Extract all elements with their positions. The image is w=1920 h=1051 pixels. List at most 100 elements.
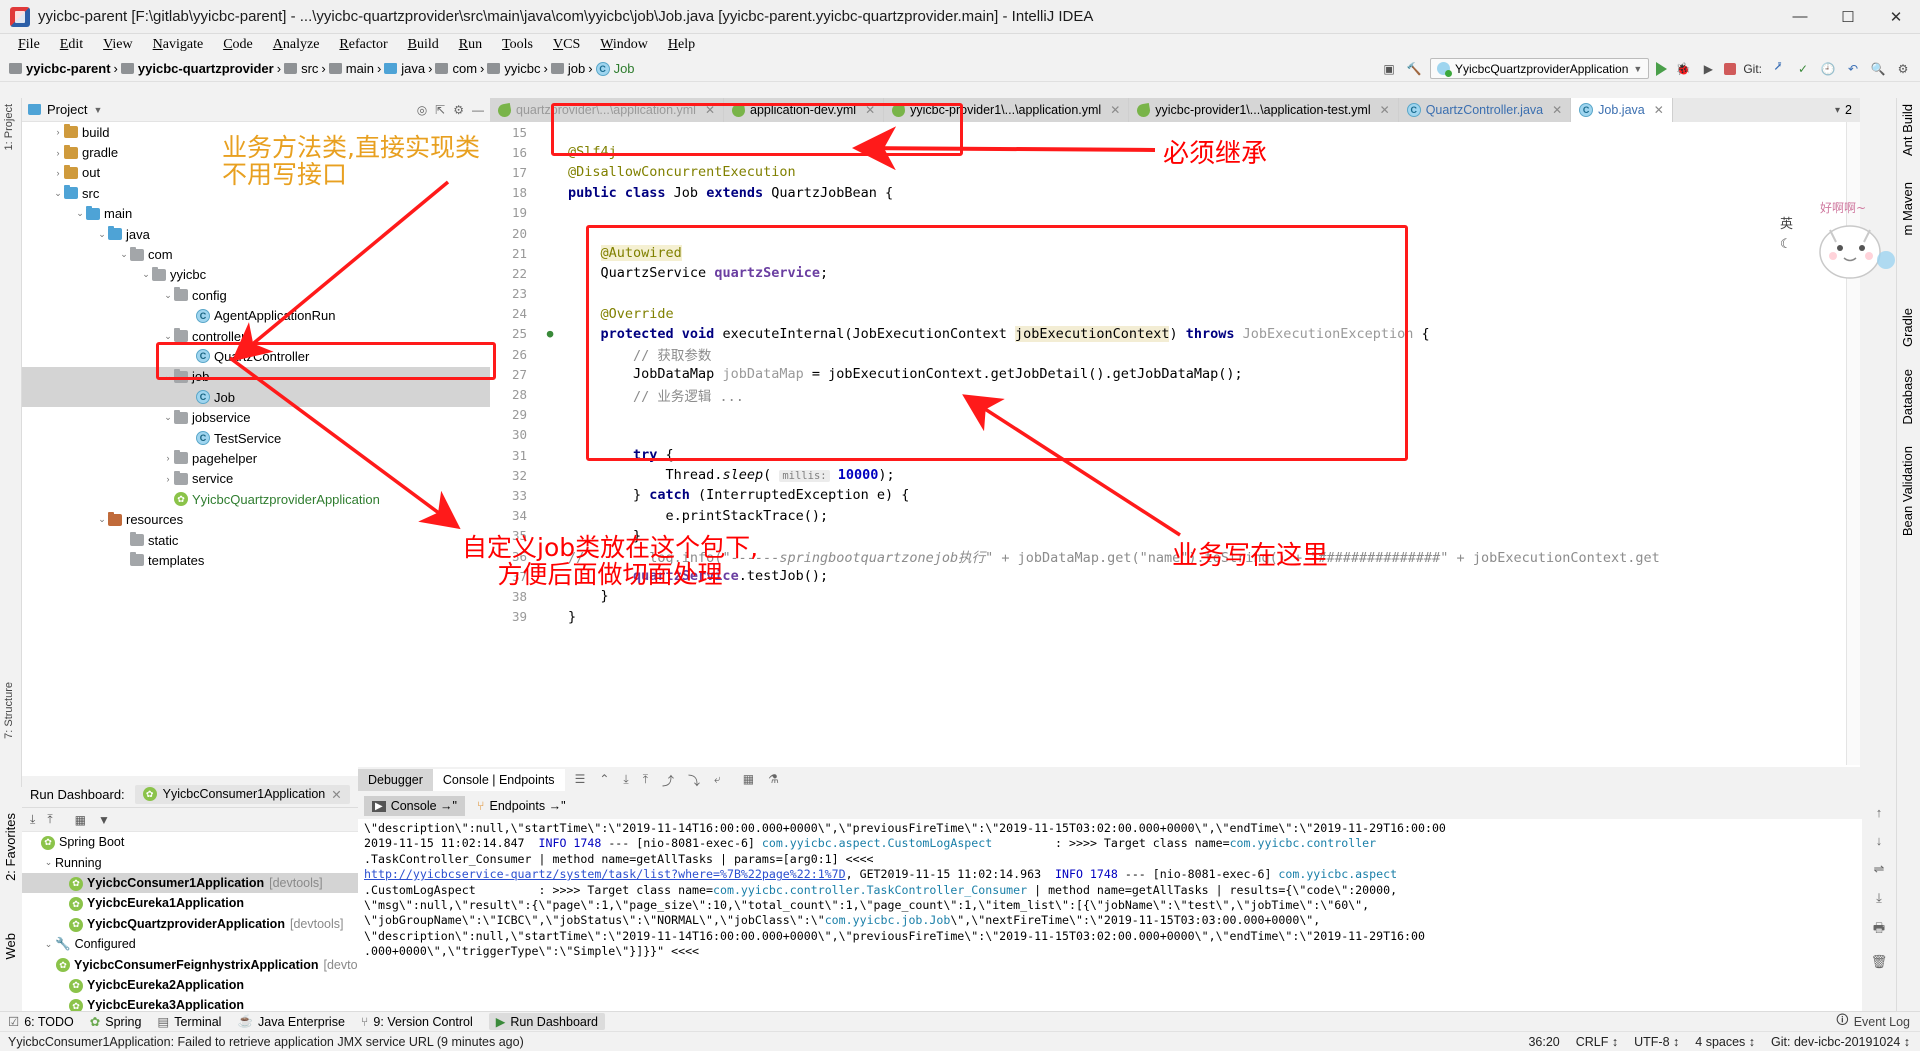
hide-icon[interactable]: — xyxy=(472,103,484,117)
run-dashboard-item[interactable]: ✿ YyicbcQuartzproviderApplication [devtool… xyxy=(22,914,358,934)
tree-item-java[interactable]: ⌄ java xyxy=(22,224,490,244)
tree-expander[interactable]: › xyxy=(162,453,174,463)
project-tool-header[interactable]: Project ▼ ◎ ⇱ ⚙ — xyxy=(22,98,490,122)
editor-tab-5[interactable]: C Job.java ✕ xyxy=(1571,98,1673,122)
close-icon[interactable]: ✕ xyxy=(1110,103,1120,117)
caret-position[interactable]: 36:20 xyxy=(1528,1035,1559,1049)
code-line-18[interactable]: 18 public class Job extends QuartzJobBean… xyxy=(490,183,1860,203)
console-panel[interactable]: Debugger Console | Endpoints ☰ ⌃ ⤓ ⤒ ⤴ ⤵… xyxy=(358,767,1896,1011)
editor-tab-3[interactable]: yyicbc-provider1\...\application-test.ym… xyxy=(1129,98,1399,122)
git-update-icon[interactable]: ⭷ xyxy=(1769,60,1787,78)
scroll-down-icon[interactable]: ↓ xyxy=(1876,833,1883,848)
breadcrumb-item-main[interactable]: main xyxy=(326,61,377,76)
left-tool-strip-top[interactable]: 1: Project 7: Structure xyxy=(0,98,22,787)
bottom-tool-run-dashboard[interactable]: ▶ Run Dashboard xyxy=(488,1013,605,1030)
group-icon[interactable]: ▦ xyxy=(75,813,86,827)
run-dashboard-item[interactable]: ⌄ Running xyxy=(22,852,358,872)
tree-item-resources[interactable]: ⌄ resources xyxy=(22,509,490,529)
close-icon[interactable]: ✕ xyxy=(705,103,715,117)
tree-item-com[interactable]: ⌄ com xyxy=(22,244,490,264)
editor-marker-strip[interactable] xyxy=(1846,122,1860,776)
sidebar-item-favorites[interactable]: 2: Favorites xyxy=(0,807,21,887)
run-configuration-selector[interactable]: YyicbcQuartzproviderApplication ▼ xyxy=(1429,58,1650,79)
code-line-24[interactable]: 24 @Override xyxy=(490,304,1860,324)
git-branch[interactable]: Git: dev-icbc-20191024 ↕ xyxy=(1771,1035,1910,1049)
editor-tab-overflow[interactable]: ▾ 2 xyxy=(1827,98,1860,122)
sidebar-item-maven[interactable]: m Maven xyxy=(1897,176,1918,241)
toolbar-right[interactable]: ▣ 🔨 YyicbcQuartzproviderApplication ▼ 🐞 … xyxy=(1380,58,1920,79)
sidebar-item-database[interactable]: Database xyxy=(1897,363,1918,431)
run-to-cursor-icon[interactable]: ⤵ xyxy=(688,772,700,789)
sidebar-item-web[interactable]: Web xyxy=(0,927,21,966)
tree-expander[interactable]: › xyxy=(52,148,64,158)
breadcrumb-item-src[interactable]: src xyxy=(281,61,321,76)
menu-item-window[interactable]: Window xyxy=(590,36,658,54)
code-line-29[interactable]: 29 xyxy=(490,405,1860,425)
tree-item-job[interactable]: ⌄ job xyxy=(22,366,490,388)
tree-expander[interactable]: ⌄ xyxy=(74,208,86,219)
search-icon[interactable]: 🔍 xyxy=(1869,60,1887,78)
run-dashboard-item[interactable]: ⌄ 🔧 Configured xyxy=(22,934,358,954)
run-dashboard-item[interactable]: ✿ YyicbcEureka1Application xyxy=(22,893,358,913)
code-line-39[interactable]: 39} xyxy=(490,607,1860,627)
tree-expander[interactable]: › xyxy=(52,127,64,137)
bottom-tool-bar[interactable]: ☑ 6: TODO ✿ Spring ▤ Terminal ☕ Java Enterprise… xyxy=(0,1011,1920,1031)
menu-item-run[interactable]: Run xyxy=(449,36,492,54)
breadcrumb-item-job[interactable]: C Job xyxy=(593,61,638,76)
git-commit-icon[interactable]: ✓ xyxy=(1794,60,1812,78)
menu-item-tools[interactable]: Tools xyxy=(492,36,543,54)
stop-button[interactable] xyxy=(1724,62,1737,75)
code-line-21[interactable]: 21 @Autowired xyxy=(490,243,1860,263)
evaluate-icon[interactable]: ▦ xyxy=(743,772,754,789)
chevron-down-icon[interactable]: ▼ xyxy=(93,105,102,115)
code-editor[interactable]: 15 16 @Slf4j 17 @DisallowConcurrentExecution… xyxy=(490,122,1860,776)
code-line-38[interactable]: 38 } xyxy=(490,586,1860,606)
menu-item-file[interactable]: File xyxy=(8,36,50,54)
tree-item-agentapplicationrun[interactable]: C AgentApplicationRun xyxy=(22,306,490,326)
breadcrumb[interactable]: yyicbc-parent › yyicbc-quartzprovider › src ›… xyxy=(6,61,638,76)
tree-expander[interactable]: ⌄ xyxy=(96,514,108,525)
bottom-tool-java-enterprise[interactable]: ☕ Java Enterprise xyxy=(237,1014,344,1029)
console-side-actions[interactable]: ↑ ↓ ⇌ ⤓ 🖶 🗑 xyxy=(1862,793,1896,1011)
indent-setting[interactable]: 4 spaces ↕ xyxy=(1695,1035,1755,1049)
menu-item-refactor[interactable]: Refactor xyxy=(329,36,397,54)
step-out-icon[interactable]: ⌃ xyxy=(599,772,609,789)
code-line-32[interactable]: 32 Thread.sleep( millis: 10000); xyxy=(490,465,1860,485)
code-line-27[interactable]: 27 JobDataMap jobDataMap = jobExecutionC… xyxy=(490,364,1860,384)
tree-item-static[interactable]: static xyxy=(22,530,490,550)
bottom-tool-terminal[interactable]: ▤ Terminal xyxy=(157,1014,221,1030)
code-line-26[interactable]: 26 // 获取参数 xyxy=(490,344,1860,365)
menu-item-view[interactable]: View xyxy=(93,36,143,54)
tree-expander[interactable]: › xyxy=(162,474,174,484)
code-line-17[interactable]: 17 @DisallowConcurrentExecution xyxy=(490,162,1860,182)
target-icon[interactable]: ◎ xyxy=(417,103,427,117)
settings-icon[interactable]: ⚙ xyxy=(1894,60,1912,78)
tree-item-src[interactable]: ⌄ src xyxy=(22,183,490,203)
code-line-19[interactable]: 19 xyxy=(490,203,1860,223)
menu-item-help[interactable]: Help xyxy=(658,36,705,54)
menu-item-analyze[interactable]: Analyze xyxy=(263,36,330,54)
build-icon[interactable]: ▣ xyxy=(1380,60,1398,78)
scroll-end-icon[interactable]: ⤓ xyxy=(1876,890,1882,906)
code-line-37[interactable]: 37 quartzService.testJob(); xyxy=(490,566,1860,586)
code-line-31[interactable]: 31 try { xyxy=(490,445,1860,465)
code-line-28[interactable]: 28 // 业务逻辑 ... xyxy=(490,384,1860,405)
editor-tab-4[interactable]: C QuartzController.java ✕ xyxy=(1398,98,1572,122)
drop-frame-icon[interactable]: ⤶ xyxy=(714,772,721,789)
breadcrumb-item-job[interactable]: job xyxy=(548,61,588,76)
line-marker[interactable]: ● xyxy=(536,327,564,340)
code-line-20[interactable]: 20 xyxy=(490,223,1860,243)
tree-expander[interactable]: ⌄ xyxy=(162,371,174,382)
console-output[interactable]: \"description\":null,\"startTime\":\"201… xyxy=(358,819,1862,1011)
step-into-icon[interactable]: ⤒ xyxy=(643,772,648,789)
console-subtabs[interactable]: ▶ Console →" ⑂ Endpoints →" xyxy=(358,793,1896,819)
project-tree[interactable]: › build › gradle › out ⌄ src ⌄ main ⌄ java ⌄ com ⌄ yyic… xyxy=(22,122,490,776)
tab-debugger[interactable]: Debugger xyxy=(358,769,433,791)
code-line-35[interactable]: 35 } xyxy=(490,526,1860,546)
run-dashboard-panel[interactable]: ⤓ ⤒ ▦ ▼ ✿ Spring Boot ⌄ Running ✿ YyicbcConsu… xyxy=(22,807,358,1011)
code-line-22[interactable]: 22 QuartzService quartzService; xyxy=(490,263,1860,283)
gear-icon[interactable]: ⚙ xyxy=(453,103,464,117)
run-dashboard-item[interactable]: ✿ YyicbcConsumer1Application [devtools] xyxy=(22,872,358,894)
filter-icon[interactable]: ▼ xyxy=(98,813,110,827)
close-icon[interactable]: ✕ xyxy=(331,787,341,802)
